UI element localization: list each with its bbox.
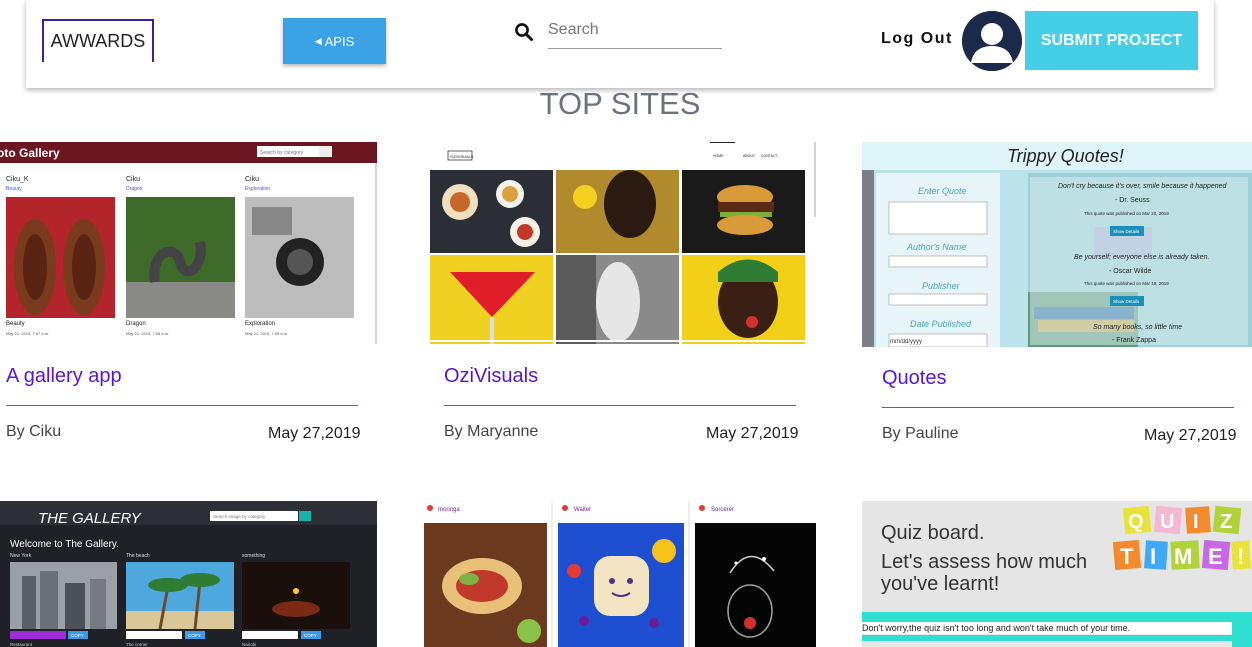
thumb-gallery-name-1: Ciku_K bbox=[6, 176, 29, 183]
thumb-gallery-date-3: May 21, 2019, 7:59 a.m. bbox=[245, 331, 288, 336]
project-author: By Maryanne bbox=[444, 423, 539, 440]
thumb-quiz-letter-q: Q bbox=[1128, 511, 1144, 533]
thumb-quotes-date-placeholder: mm/dd/yyyy bbox=[890, 339, 922, 345]
thumb-ozi-logo: OZIVISUALS bbox=[450, 154, 474, 159]
thumb-quiz-letter-m: M bbox=[1174, 544, 1192, 569]
submit-project-button[interactable]: SUBMIT PROJECT bbox=[1025, 11, 1198, 70]
section-title: TOP SITES bbox=[539, 86, 701, 121]
thumb-quote-1-meta: This quote was published on Mar 20, 2019 bbox=[1084, 211, 1169, 216]
thumb-food-user-2: Waiter bbox=[574, 507, 591, 513]
thumb-thegallery-footer-2: The corner bbox=[126, 642, 148, 647]
thumb-quiz-letter-t: T bbox=[1120, 544, 1134, 569]
thumb-thegallery-label-2: The beach bbox=[126, 553, 150, 559]
thumb-quote-3-text: So many books, so little time bbox=[1093, 324, 1182, 331]
logout-link[interactable]: Log Out bbox=[881, 30, 953, 48]
thumb-quote-1-text: Don't cry because it's over, smile becau… bbox=[1058, 183, 1228, 190]
thumb-food-user-3: Sorcerer bbox=[711, 507, 734, 513]
thumb-quote-2-text: Be yourself; everyone else is already ta… bbox=[1074, 254, 1209, 261]
project-thumbnail-ozivisuals[interactable]: OZIVISUALS HOME ABOUT CONTACT bbox=[430, 142, 816, 344]
thumb-gallery-link-3: Exploration bbox=[245, 186, 270, 192]
thumb-quotes-label-4: Date Published bbox=[910, 319, 972, 329]
project-date: May 27,2019 bbox=[1144, 427, 1237, 444]
thumb-thegallery-footer-1: Restaurant bbox=[10, 642, 33, 647]
user-avatar[interactable] bbox=[962, 11, 1022, 71]
thumb-quiz-letter-z: Z bbox=[1220, 511, 1232, 533]
project-title-quotes[interactable]: Quotes bbox=[882, 367, 946, 390]
thumb-gallery-caption-1: Beauty bbox=[6, 321, 25, 327]
thumb-gallery-date-2: May 21, 2019, 7:58 a.m. bbox=[126, 331, 169, 336]
top-navbar: AWWARDS ◀ APIS Log Out SUBMIT PROJECT bbox=[26, 0, 1214, 88]
apis-button[interactable]: ◀ APIS bbox=[283, 18, 386, 64]
thumb-quiz-sub-2: you've learnt! bbox=[881, 573, 999, 595]
thumb-quotes-heading: Trippy Quotes! bbox=[1007, 146, 1124, 166]
thumb-quiz-sub-1: Let's assess how much bbox=[881, 551, 1087, 573]
thumb-thegallery-label-3: something bbox=[242, 553, 265, 559]
thumb-ozi-nav-1: HOME bbox=[713, 154, 724, 158]
thumb-gallery-search: Search by category bbox=[260, 150, 304, 156]
project-date: May 27,2019 bbox=[268, 425, 361, 442]
thumb-gallery-link-2: Dragon bbox=[126, 186, 143, 192]
thumb-gallery-header: oto Gallery bbox=[0, 146, 60, 160]
project-thumbnail-quotes[interactable]: Trippy Quotes! Enter Quote Author's Name… bbox=[862, 142, 1252, 347]
thumb-quote-1-btn: Show Details bbox=[1113, 229, 1140, 234]
thumb-thegallery-footer-3: Nairobi bbox=[242, 642, 256, 647]
thumb-gallery-name-3: Ciku bbox=[245, 176, 259, 183]
thumb-gallery-link-1: Beauty bbox=[6, 186, 22, 192]
brand-logo-link[interactable]: AWWARDS bbox=[42, 19, 154, 62]
thumb-gallery-caption-2: Dragon bbox=[126, 321, 146, 327]
user-silhouette-icon bbox=[962, 11, 1022, 71]
thumb-gallery-name-2: Ciku bbox=[126, 176, 140, 183]
apis-button-label: APIS bbox=[324, 33, 355, 49]
thumb-quiz-letter-i: I bbox=[1193, 511, 1199, 533]
project-thumbnail-food-cards[interactable]: moringa Waiter Sorcerer bbox=[424, 501, 816, 647]
thumb-quiz-note: Don't worry,the quiz isn't too long and … bbox=[862, 623, 1130, 633]
thumb-thegallery-copy-3: COPY bbox=[304, 633, 317, 638]
thumb-quote-2-author: - Oscar Wilde bbox=[1109, 268, 1152, 275]
thumb-quote-3-author: - Frank Zappa bbox=[1112, 337, 1156, 344]
thumb-ozi-nav-2: ABOUT bbox=[743, 154, 756, 158]
project-author: By Pauline bbox=[882, 425, 959, 442]
thumb-thegallery-header: THE GALLERY bbox=[38, 510, 142, 527]
thumb-quote-1-author: - Dr. Seuss bbox=[1115, 197, 1150, 204]
thumb-gallery-date-1: May 21, 2019, 7:57 a.m. bbox=[6, 331, 49, 336]
thumb-thegallery-search: Search image by category bbox=[213, 514, 266, 519]
thumb-quotes-label-2: Author's Name bbox=[906, 242, 966, 252]
thumb-ozi-nav-3: CONTACT bbox=[761, 154, 779, 158]
project-thumbnail-quiz-board[interactable]: Quiz board. Let's assess how much you've… bbox=[862, 501, 1252, 647]
thumb-gallery-caption-3: Exploration bbox=[245, 321, 275, 327]
thumb-quotes-label-1: Enter Quote bbox=[918, 186, 967, 196]
thumb-quiz-letter-u: U bbox=[1160, 511, 1174, 533]
thumb-thegallery-copy-2: COPY bbox=[188, 633, 201, 638]
thumb-thegallery-copy-1: COPY bbox=[71, 633, 84, 638]
thumb-thegallery-label-1: New York bbox=[10, 553, 32, 559]
project-title-gallery-app[interactable]: A gallery app bbox=[6, 365, 122, 388]
caret-left-icon: ◀ bbox=[314, 35, 322, 46]
divider bbox=[444, 405, 796, 406]
thumb-quote-2-btn: Show Details bbox=[1113, 299, 1140, 304]
project-author: By Ciku bbox=[6, 423, 62, 440]
project-title-ozivisuals[interactable]: OziVisuals bbox=[444, 365, 538, 388]
project-thumbnail-gallery-app[interactable]: oto Gallery Search by category Ciku_K Ci… bbox=[0, 142, 377, 344]
search-icon[interactable] bbox=[514, 22, 534, 42]
divider bbox=[882, 407, 1234, 408]
thumb-quiz-letter-e: E bbox=[1208, 544, 1223, 569]
project-thumbnail-the-gallery[interactable]: THE GALLERY Search image by category Wel… bbox=[0, 501, 377, 647]
project-date: May 27,2019 bbox=[706, 425, 799, 442]
thumb-quiz-letter-i2: I bbox=[1150, 544, 1156, 569]
search-input[interactable] bbox=[548, 12, 722, 49]
thumb-quotes-label-3: Publisher bbox=[922, 281, 961, 291]
thumb-quiz-heading: Quiz board. bbox=[881, 522, 984, 544]
thumb-quiz-letter-bang: ! bbox=[1237, 544, 1244, 569]
thumb-quote-2-meta: This quote was published on Mar 18, 2019 bbox=[1084, 281, 1169, 286]
divider bbox=[6, 405, 358, 406]
thumb-food-user-1: moringa bbox=[438, 507, 460, 513]
thumb-thegallery-welcome: Welcome to The Gallery. bbox=[10, 539, 119, 550]
